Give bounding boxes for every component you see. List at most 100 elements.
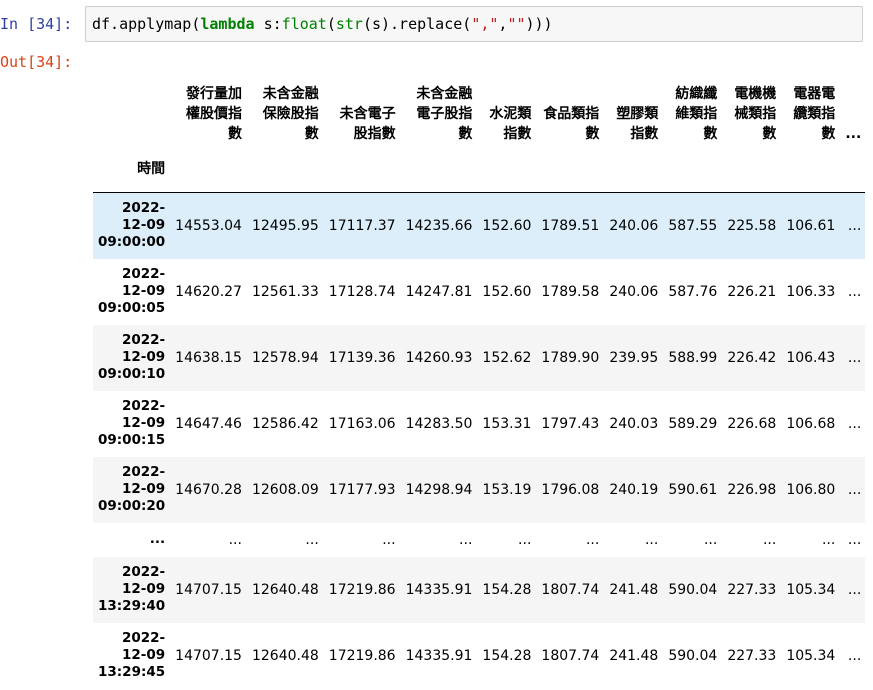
table-row: 2022-12-09 09:00:05 14620.27 12561.33 17128… [93, 258, 865, 325]
table-cell: 14638.15 [175, 349, 242, 366]
column-header: 塑膠類指數 [616, 106, 659, 142]
table-cell: 152.60 [482, 217, 532, 234]
table-cell: 12495.95 [251, 217, 319, 234]
table-cell: 14707.15 [175, 647, 242, 664]
table-cell: 14553.04 [175, 217, 242, 234]
code-token: s: [254, 15, 282, 33]
table-cell: 14335.91 [405, 581, 473, 598]
table-cell: 1807.74 [541, 647, 600, 664]
table-cell: 105.34 [786, 647, 836, 664]
table-cell: 14335.91 [405, 647, 473, 664]
table-cell: ... [847, 349, 862, 366]
table-cell: 587.76 [668, 283, 718, 300]
code-token: ( [326, 15, 336, 33]
column-header-row: 發行量加權股價指數 未含金融保險股指數 未含電子股指數 未含金融電子股指數 水泥… [93, 80, 865, 144]
table-cell: 227.33 [727, 647, 777, 664]
table-cell: 588.99 [668, 349, 718, 366]
table-cell: 14247.81 [405, 283, 473, 300]
column-header: 未含金融電子股指數 [416, 86, 473, 142]
table-row: 2022-12-09 13:29:45 14707.15 12640.48 17219… [93, 622, 865, 689]
code-cell-editor[interactable]: df.applymap(lambda s:float(str(s).replac… [85, 6, 863, 42]
table-cell: 14298.94 [405, 481, 473, 498]
table-cell: 590.04 [668, 581, 718, 598]
index-header-row: 時間 [93, 144, 865, 193]
column-header: 電機機械類指數 [734, 86, 777, 142]
code-keyword: lambda [200, 15, 255, 33]
table-cell: 17128.74 [328, 283, 396, 300]
code-builtin: str [335, 15, 363, 33]
input-prompt: In [34]: [0, 15, 73, 33]
table-cell: 17219.86 [328, 581, 396, 598]
table-cell: ... [644, 531, 659, 548]
table-cell: 14647.46 [175, 415, 242, 432]
column-header: 紡織纖維類指數 [675, 86, 718, 142]
table-cell: 240.19 [609, 481, 659, 498]
table-cell: 239.95 [609, 349, 659, 366]
table-cell: 14260.93 [405, 349, 473, 366]
table-cell: 241.48 [609, 647, 659, 664]
table-cell: 12608.09 [251, 481, 319, 498]
index-name: 時間 [137, 161, 166, 177]
header-corner [93, 80, 170, 144]
table-cell: ... [305, 531, 319, 548]
table-cell: 226.68 [727, 415, 777, 432]
table-cell: 241.48 [609, 581, 659, 598]
table-cell: ... [847, 217, 862, 234]
table-cell: ... [382, 531, 396, 548]
table-row: 2022-12-09 13:29:40 14707.15 12640.48 17219… [93, 556, 865, 623]
table-cell: 152.62 [482, 349, 532, 366]
table-cell: 226.42 [727, 349, 777, 366]
table-cell: 240.06 [609, 283, 659, 300]
column-header-more: ... [845, 126, 862, 142]
table-cell: 587.55 [668, 217, 718, 234]
table-cell: 14670.28 [175, 481, 242, 498]
table-cell: 17117.37 [328, 217, 396, 234]
table-cell: 106.61 [786, 217, 836, 234]
table-row: 2022-12-09 09:00:00 14553.04 12495.95 17117… [93, 192, 865, 259]
table-cell: 1796.08 [541, 481, 600, 498]
dataframe-table: 發行量加權股價指數 未含金融保險股指數 未含電子股指數 未含金融電子股指數 水泥… [93, 80, 865, 689]
table-cell: ... [847, 531, 862, 548]
table-cell: 17177.93 [328, 481, 396, 498]
table-cell: 1789.90 [541, 349, 600, 366]
table-cell: 14283.50 [405, 415, 473, 432]
row-index: 2022-12-09 13:29:45 [98, 630, 166, 680]
row-index: 2022-12-09 09:00:00 [98, 200, 166, 251]
table-cell: 225.58 [727, 217, 777, 234]
code-builtin: float [281, 15, 327, 33]
row-index: 2022-12-09 13:29:40 [98, 564, 166, 614]
table-cell: 12640.48 [251, 581, 319, 598]
column-header: 電器電纜類指數 [793, 86, 836, 142]
table-cell: 106.68 [786, 415, 836, 432]
row-index: 2022-12-09 09:00:15 [98, 398, 166, 448]
table-cell: 106.33 [786, 283, 836, 300]
column-header: 食品類指數 [543, 106, 600, 142]
table-cell: 17163.06 [328, 415, 396, 432]
dataframe-output: 發行量加權股價指數 未含金融保險股指數 未含電子股指數 未含金融電子股指數 水泥… [93, 80, 865, 690]
table-cell: 589.29 [668, 415, 718, 432]
table-cell: 17219.86 [328, 647, 396, 664]
table-cell: 14707.15 [175, 581, 242, 598]
table-cell: ... [459, 531, 473, 548]
table-cell: ... [847, 581, 862, 598]
code-token: ))) [525, 15, 553, 33]
table-row-ellipsis: .................................... [93, 522, 865, 557]
table-cell: 106.43 [786, 349, 836, 366]
table-cell: ... [703, 531, 718, 548]
table-cell: 240.06 [609, 217, 659, 234]
table-cell: ... [847, 283, 862, 300]
table-cell: 1789.58 [541, 283, 600, 300]
table-cell: 1789.51 [541, 217, 600, 234]
table-cell: 154.28 [482, 647, 532, 664]
table-cell: ... [585, 531, 600, 548]
table-cell: 226.98 [727, 481, 777, 498]
table-cell: 17139.36 [328, 349, 396, 366]
table-cell: 12586.42 [251, 415, 319, 432]
column-header: 未含金融保險股指數 [262, 86, 319, 142]
table-cell: ... [847, 481, 862, 498]
row-index: 2022-12-09 09:00:20 [98, 464, 166, 514]
code-string: "" [507, 15, 526, 33]
column-header: 發行量加權股價指數 [185, 86, 242, 142]
table-cell: 1797.43 [541, 415, 600, 432]
table-row: 2022-12-09 09:00:15 14647.46 12586.42 17163… [93, 390, 865, 457]
